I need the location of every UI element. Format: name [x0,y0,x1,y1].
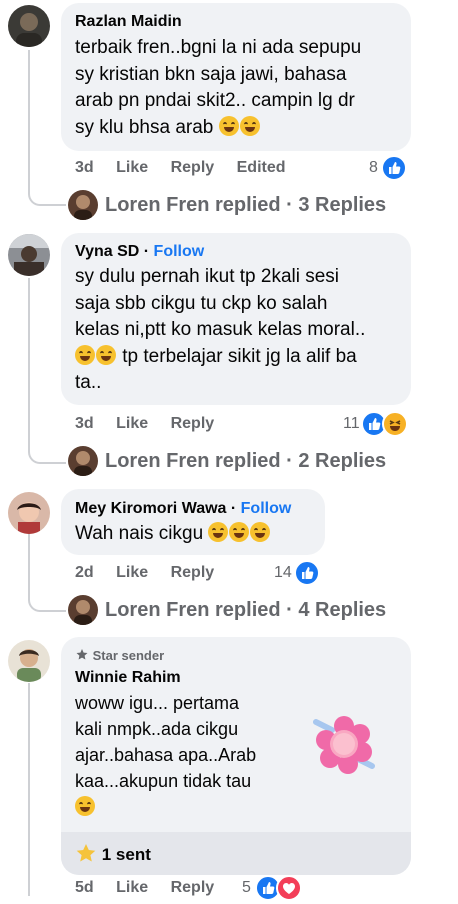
comment-author: Vyna SD · Follow [75,243,205,260]
comment-text: Wah nais cikgu [75,521,325,548]
haha-icon[interactable] [382,411,408,437]
comment-author[interactable]: Razlan Maidin [75,13,182,31]
comment-author: Mey Kiromori Wawa · Follow [75,500,292,517]
stars-sent[interactable]: 1 sent [75,843,151,865]
like-button[interactable]: Like [116,415,148,433]
haha-emoji [218,115,239,136]
reaction-count[interactable]: 11 [343,415,360,433]
comment-time[interactable]: 3d [75,159,94,177]
smile-emoji [250,522,271,542]
reaction-count[interactable]: 14 [274,564,292,582]
follow-button[interactable]: Follow [241,500,292,517]
thread-curve [28,578,66,612]
like-button[interactable]: Like [116,564,148,582]
comment-actions: 3d Like Reply Edited [75,159,286,177]
comment-text: woww igu... pertama kali nmpk..ada cikgu… [75,690,305,820]
comment-actions: 2d Like Reply [75,564,214,582]
replier-avatar[interactable] [68,446,98,476]
star-icon [75,843,97,863]
comment-time[interactable]: 5d [75,879,94,897]
edited-label[interactable]: Edited [237,159,286,177]
comment-time[interactable]: 3d [75,415,94,433]
comment-author[interactable]: Winnie Rahim [75,669,181,687]
reaction-count[interactable]: 5 [242,879,251,897]
view-replies-link[interactable]: Loren Fren replied · 2 Replies [105,450,386,473]
comment-actions: 5d Like Reply [75,879,214,897]
reply-button[interactable]: Reply [171,415,215,433]
comment-author-name[interactable]: Mey Kiromori Wawa [75,500,226,517]
haha-emoji [239,115,260,136]
follow-button[interactable]: Follow [154,243,205,260]
view-replies-link[interactable]: Loren Fren replied · 4 Replies [105,599,386,622]
like-button[interactable]: Like [116,159,148,177]
thread-line [28,683,30,896]
reaction-count[interactable]: 8 [369,159,378,177]
hug-emoji [75,796,95,816]
like-button[interactable]: Like [116,879,148,897]
grin-emoji [229,522,250,542]
flower-sticker [312,712,376,776]
replier-avatar[interactable] [68,595,98,625]
thread-line [28,50,30,190]
comment-actions: 3d Like Reply [75,415,214,433]
replier-avatar[interactable] [68,190,98,220]
star-sender-badge: Star sender [75,648,164,663]
thread-curve [28,170,66,206]
haha-emoji [96,344,116,365]
avatar[interactable] [8,234,50,276]
reply-button[interactable]: Reply [171,564,215,582]
comment-text: terbaik fren..bgni la ni ada sepupu sy k… [75,37,362,138]
grin-emoji [208,522,229,542]
comment-text: sy dulu pernah ikut tp 2kali sesi saja s… [75,266,366,393]
love-icon[interactable] [276,875,302,901]
reply-button[interactable]: Reply [171,159,215,177]
thread-curve [28,428,66,464]
thread-line [28,278,30,438]
view-replies-link[interactable]: Loren Fren replied · 3 Replies [105,194,386,217]
haha-emoji [75,344,95,365]
reply-button[interactable]: Reply [171,879,215,897]
avatar[interactable] [8,492,50,534]
avatar[interactable] [8,640,50,682]
like-icon[interactable] [294,560,320,586]
comment-author-name[interactable]: Vyna SD [75,243,139,260]
star-icon [75,648,89,662]
avatar[interactable] [8,5,50,47]
comment-time[interactable]: 2d [75,564,94,582]
like-icon[interactable] [381,155,407,181]
